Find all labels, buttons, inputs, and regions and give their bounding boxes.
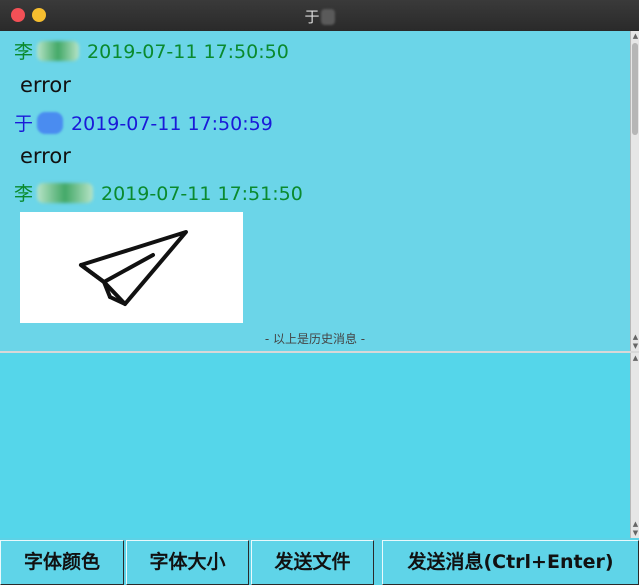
redacted-name-blur: [37, 41, 80, 61]
title-bar[interactable]: 于: [0, 0, 639, 31]
history-scroll-thumb[interactable]: [632, 43, 638, 135]
sender-name: 于: [14, 113, 34, 135]
scroll-down-icon[interactable]: ▼: [631, 529, 639, 537]
font-size-button[interactable]: 字体大小: [126, 540, 249, 585]
input-scrollbar[interactable]: ▲ ▲ ▼: [630, 353, 639, 538]
scroll-down-icon[interactable]: ▼: [631, 342, 639, 350]
message-header: 李 2019-07-11 17:50:50: [14, 37, 289, 64]
message-header: 李 2019-07-11 17:51:50: [14, 179, 303, 206]
message-text: error: [20, 144, 71, 168]
redacted-name-blur: [37, 183, 94, 203]
font-color-button[interactable]: 字体颜色: [0, 540, 124, 585]
message-timestamp: 2019-07-11 17:50:59: [71, 113, 273, 135]
chat-window: 于 李 2019-07-11 17:50:50 error 于 2019-07-11…: [0, 0, 639, 585]
sender-name: 李: [14, 183, 34, 205]
redacted-name-blur: [320, 9, 335, 25]
window-title: 于: [0, 6, 639, 27]
scroll-up-icon[interactable]: ▲: [631, 333, 639, 341]
message-text: error: [20, 73, 71, 97]
image-message[interactable]: [20, 212, 243, 323]
message-input[interactable]: [0, 353, 630, 538]
scroll-up-icon[interactable]: ▲: [631, 520, 639, 528]
scroll-up-icon[interactable]: ▲: [631, 354, 639, 362]
history-scrollbar[interactable]: ▲ ▲ ▼: [630, 31, 639, 351]
action-button-bar: 字体颜色 字体大小 发送文件 发送消息(Ctrl+Enter): [0, 538, 639, 585]
sender-name: 李: [14, 41, 34, 63]
paper-plane-icon: [79, 230, 188, 306]
history-end-note: - 以上是历史消息 -: [264, 332, 366, 346]
message-timestamp: 2019-07-11 17:50:50: [87, 41, 289, 63]
message-timestamp: 2019-07-11 17:51:50: [101, 183, 303, 205]
scroll-up-icon[interactable]: ▲: [631, 32, 639, 40]
send-file-button[interactable]: 发送文件: [251, 540, 374, 585]
redacted-name-blur: [37, 112, 64, 134]
message-header: 于 2019-07-11 17:50:59: [14, 109, 273, 136]
message-history[interactable]: 李 2019-07-11 17:50:50 error 于 2019-07-11 1…: [0, 31, 631, 351]
send-message-button[interactable]: 发送消息(Ctrl+Enter): [382, 540, 639, 585]
window-title-text: 于: [304, 8, 320, 26]
